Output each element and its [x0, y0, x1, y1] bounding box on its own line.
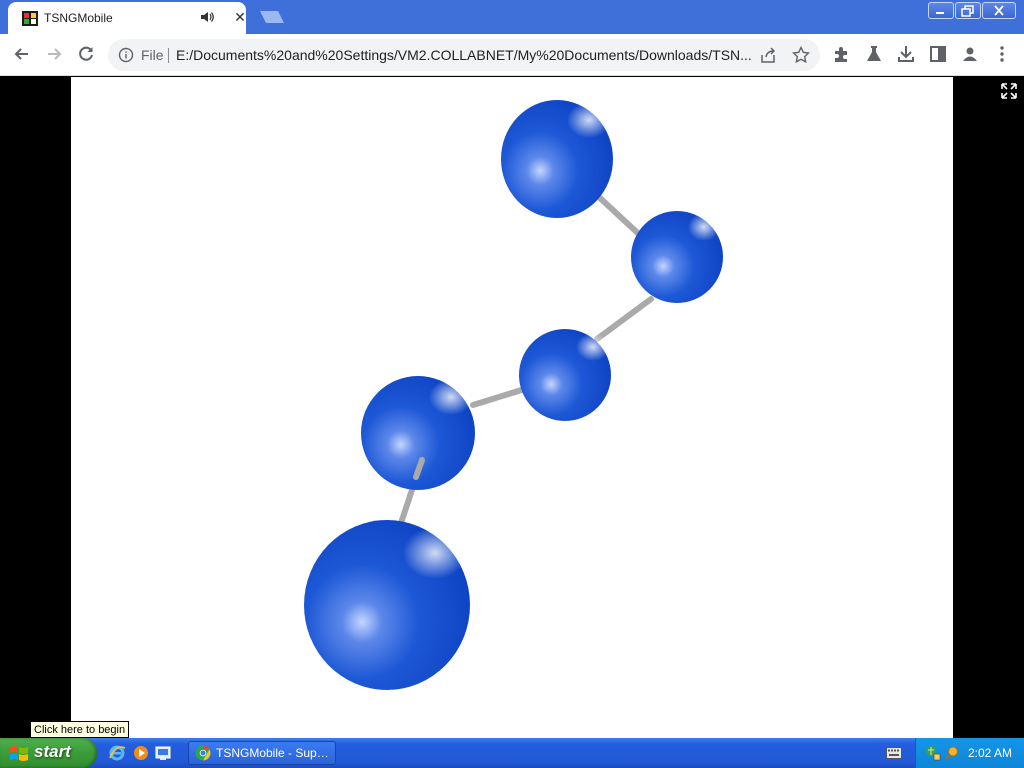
network-icon[interactable] [925, 745, 941, 761]
restore-icon [961, 5, 974, 17]
info-icon[interactable] [118, 47, 134, 63]
labs-icon[interactable] [864, 44, 884, 64]
start-button[interactable]: start [0, 738, 97, 768]
share-icon[interactable] [760, 47, 777, 64]
atom-sphere[interactable] [631, 211, 723, 303]
molecule-illustration [304, 100, 723, 690]
tab-title: TSNGMobile [44, 11, 113, 25]
close-tab-button[interactable]: ✕ [232, 9, 248, 25]
restore-button[interactable] [955, 2, 981, 19]
tooltip: Click here to begin [30, 721, 130, 738]
star-icon[interactable] [792, 46, 810, 64]
bond-line [594, 296, 654, 342]
chrome-icon [195, 745, 211, 761]
tab-strip: TSNGMobile ✕ [0, 0, 1024, 34]
side-panel-icon[interactable] [928, 44, 948, 64]
taskbar-item-tsngmobile[interactable]: TSNGMobile - Super... [188, 741, 336, 765]
keyboard-icon[interactable] [886, 747, 902, 759]
new-tab-button[interactable] [256, 10, 286, 24]
windows-flag-icon [10, 746, 28, 761]
close-icon [994, 5, 1004, 16]
url-separator [168, 48, 169, 63]
media-player-icon[interactable] [132, 744, 150, 762]
filmstrip-icon [22, 11, 38, 26]
taskbar: start TSNGMobile - Super... 2:02 AM [0, 738, 1024, 768]
bond-line [597, 195, 645, 240]
minimize-button[interactable] [928, 2, 954, 19]
start-label: start [34, 742, 71, 761]
profile-icon[interactable] [960, 44, 980, 64]
show-desktop-icon[interactable] [154, 744, 172, 762]
address-bar[interactable]: File E:/Documents%20and%20Settings/VM2.C… [108, 39, 820, 71]
browser-toolbar: File E:/Documents%20and%20Settings/VM2.C… [0, 34, 1024, 76]
arrow-left-icon[interactable] [12, 44, 32, 64]
url-text[interactable]: E:/Documents%20and%20Settings/VM2.COLLAB… [176, 47, 756, 63]
close-window-button[interactable] [982, 2, 1016, 19]
tab-tsngmobile[interactable]: TSNGMobile ✕ [8, 2, 246, 34]
bond-line [470, 385, 531, 408]
atom-sphere[interactable] [501, 100, 613, 218]
clock: 2:02 AM [968, 746, 1013, 760]
url-scheme-label: File [141, 47, 164, 63]
system-tray: 2:02 AM [915, 738, 1024, 768]
atom-sphere[interactable] [519, 329, 611, 421]
fullscreen-icon[interactable] [1001, 83, 1017, 99]
minimize-icon [936, 12, 944, 14]
molecule-canvas[interactable] [71, 77, 953, 738]
speaker-icon[interactable] [200, 10, 214, 24]
atom-sphere[interactable] [304, 520, 470, 690]
taskbar-item-label: TSNGMobile - Super... [216, 746, 332, 760]
download-icon[interactable] [896, 44, 916, 64]
reload-icon[interactable] [76, 44, 96, 64]
internet-explorer-icon[interactable] [108, 744, 126, 762]
search-icon[interactable] [944, 745, 960, 761]
page-content: Click here to begin [0, 77, 1024, 738]
extensions-icon[interactable] [832, 44, 852, 64]
menu-icon[interactable] [992, 44, 1012, 64]
arrow-right-icon[interactable] [44, 44, 64, 64]
